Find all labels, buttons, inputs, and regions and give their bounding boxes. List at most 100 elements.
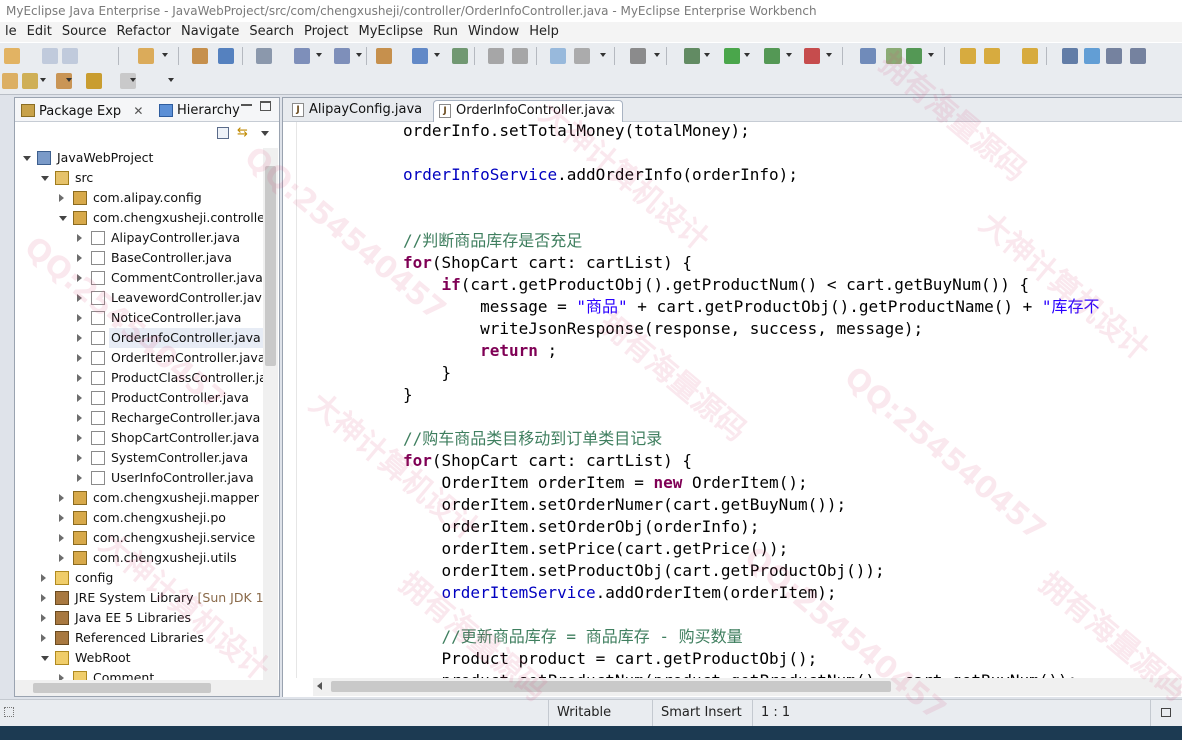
open-folder-icon[interactable] (960, 48, 976, 64)
java-project-icon[interactable] (376, 48, 392, 64)
run-icon[interactable] (724, 48, 740, 64)
chevron-right-icon[interactable] (77, 454, 82, 462)
camera-icon[interactable] (630, 48, 646, 64)
chevron-down-icon[interactable] (130, 78, 136, 82)
paragraph-icon[interactable] (1130, 48, 1146, 64)
chevron-down-icon[interactable] (786, 53, 792, 57)
tree-item[interactable]: BaseController.java (15, 248, 265, 268)
tree-item[interactable]: JavaWebProject (15, 148, 265, 168)
tree-item[interactable]: Java EE 5 Libraries (15, 608, 265, 628)
database-icon[interactable] (412, 48, 428, 64)
menu-source[interactable]: Source (57, 22, 112, 42)
tree-item[interactable]: com.chengxusheji.service (15, 528, 265, 548)
arrow-left-icon[interactable] (86, 73, 102, 89)
tree-vertical-scrollbar[interactable] (263, 148, 278, 680)
chevron-right-icon[interactable] (77, 254, 82, 262)
chevron-right-icon[interactable] (77, 434, 82, 442)
code-area[interactable]: orderInfo.setTotalMoney(totalMoney); orde… (299, 122, 1181, 678)
chevron-down-icon[interactable] (162, 53, 168, 57)
web-icon[interactable] (294, 48, 310, 64)
chevron-down-icon[interactable] (41, 656, 49, 661)
scroll-thumb[interactable] (33, 683, 211, 693)
layout-icon[interactable] (1106, 48, 1122, 64)
tree-item[interactable]: src (15, 168, 265, 188)
chevron-right-icon[interactable] (41, 614, 46, 622)
tree-item[interactable]: Referenced Libraries (15, 628, 265, 648)
report-icon[interactable] (574, 48, 590, 64)
chevron-right-icon[interactable] (77, 294, 82, 302)
link-with-editor-icon[interactable]: ⇆ (237, 126, 251, 140)
tab-orderinfocontroller[interactable]: J OrderInfoController.java ✕ (433, 100, 623, 122)
debug-icon[interactable] (684, 48, 700, 64)
chevron-down-icon[interactable] (654, 53, 660, 57)
menu-search[interactable]: Search (244, 22, 299, 42)
menu-navigate[interactable]: Navigate (176, 22, 244, 42)
tree-item[interactable]: Comment (15, 668, 265, 680)
folder-icon[interactable] (1022, 48, 1038, 64)
pencil-icon[interactable] (984, 48, 1000, 64)
tree-item[interactable]: com.chengxusheji.controller (15, 208, 265, 228)
chevron-down-icon[interactable] (40, 78, 46, 82)
tree-item[interactable]: CommentController.java (15, 268, 265, 288)
chevron-right-icon[interactable] (77, 234, 82, 242)
tree-item[interactable]: RechargeController.java (15, 408, 265, 428)
tree-item[interactable]: ProductController.java (15, 388, 265, 408)
chevron-down-icon[interactable] (826, 53, 832, 57)
chevron-right-icon[interactable] (77, 374, 82, 382)
package-box-icon[interactable] (192, 48, 208, 64)
new-project-icon[interactable] (138, 48, 154, 64)
tree-item[interactable]: LeavewordController.jav (15, 288, 265, 308)
chevron-down-icon[interactable] (168, 78, 174, 82)
menu-myeclipse[interactable]: MyEclipse (353, 22, 428, 42)
maximize-view-button[interactable] (260, 101, 271, 111)
chevron-down-icon[interactable] (316, 53, 322, 57)
chevron-down-icon[interactable] (434, 53, 440, 57)
deploy-icon[interactable] (218, 48, 234, 64)
tree-item[interactable]: com.chengxusheji.mapper (15, 488, 265, 508)
browser-icon[interactable] (550, 48, 566, 64)
chevron-right-icon[interactable] (77, 354, 82, 362)
refresh-icon[interactable] (906, 48, 922, 64)
editor-horizontal-scrollbar[interactable] (313, 678, 1181, 696)
save-icon[interactable] (42, 48, 58, 64)
open-type-icon[interactable] (488, 48, 504, 64)
chevron-down-icon[interactable] (41, 176, 49, 181)
chevron-right-icon[interactable] (41, 574, 46, 582)
tree-item[interactable]: com.chengxusheji.po (15, 508, 265, 528)
tree-item[interactable]: JRE System Library [Sun JDK 1. (15, 588, 265, 608)
perspective-icon[interactable] (1062, 48, 1078, 64)
chevron-down-icon[interactable] (600, 53, 606, 57)
chevron-right-icon[interactable] (59, 194, 64, 202)
chevron-down-icon[interactable] (928, 53, 934, 57)
tree-item[interactable]: OrderInfoController.java (15, 328, 265, 348)
globe-icon[interactable] (452, 48, 468, 64)
scroll-thumb[interactable] (265, 166, 276, 366)
chevron-right-icon[interactable] (41, 594, 46, 602)
menu-le[interactable]: le (0, 22, 22, 42)
pin-icon[interactable] (22, 73, 38, 89)
menu-edit[interactable]: Edit (22, 22, 57, 42)
chevron-down-icon[interactable] (66, 78, 72, 82)
fast-view-button[interactable] (1150, 700, 1182, 727)
chevron-right-icon[interactable] (77, 394, 82, 402)
collapse-all-icon[interactable] (217, 127, 229, 139)
print-icon[interactable] (62, 48, 78, 64)
highlight-icon[interactable] (1084, 48, 1100, 64)
chevron-right-icon[interactable] (77, 314, 82, 322)
tree-item[interactable]: ShopCartController.java (15, 428, 265, 448)
scroll-left-icon[interactable] (317, 682, 322, 690)
tab-alipayconfig[interactable]: J AlipayConfig.java (287, 100, 429, 122)
annotation-icon[interactable] (2, 73, 18, 89)
chevron-down-icon[interactable] (744, 53, 750, 57)
new-icon[interactable] (4, 48, 20, 64)
tree-item[interactable]: UserInfoController.java (15, 468, 265, 488)
chevron-right-icon[interactable] (77, 474, 82, 482)
tree-item[interactable]: config (15, 568, 265, 588)
menu-project[interactable]: Project (299, 22, 353, 42)
view-menu-icon[interactable] (261, 131, 269, 136)
chevron-down-icon[interactable] (23, 156, 31, 161)
close-icon[interactable]: ✕ (606, 101, 616, 121)
chevron-right-icon[interactable] (77, 334, 82, 342)
tree-item[interactable]: OrderItemController.java (15, 348, 265, 368)
server-icon[interactable] (256, 48, 272, 64)
